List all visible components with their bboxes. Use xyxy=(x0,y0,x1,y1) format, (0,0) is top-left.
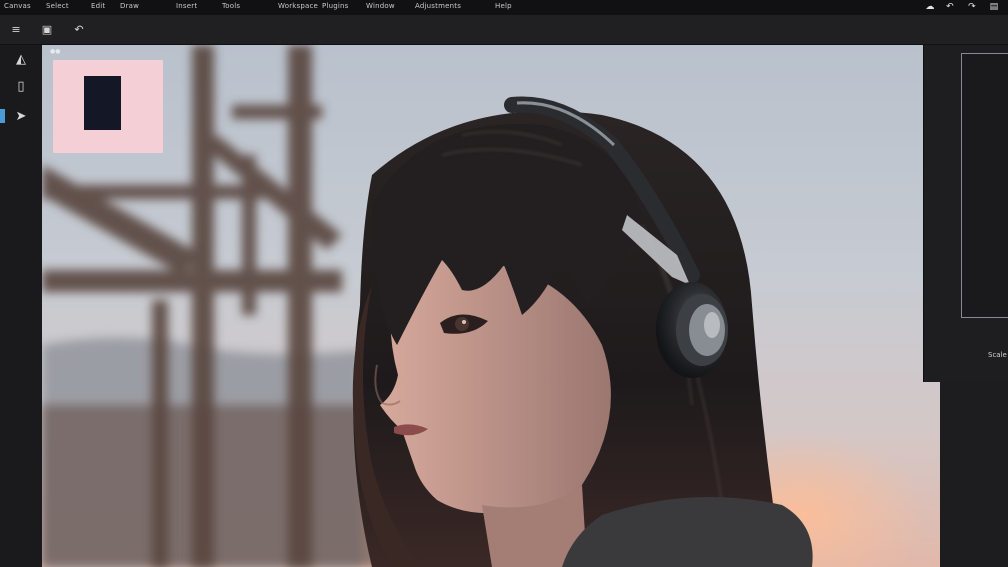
curve-icon[interactable]: ↶ xyxy=(71,22,87,38)
menubar: Canvas Select Edit Draw Insert Tools Wor… xyxy=(0,0,1008,15)
tool-rail: ◭ ▯ ➤ xyxy=(0,45,43,567)
menu-select[interactable]: Select xyxy=(46,2,69,10)
menu-window[interactable]: Window xyxy=(366,2,395,10)
menu-adjustments[interactable]: Adjustments xyxy=(415,2,461,10)
cloud-icon[interactable]: ☁ xyxy=(924,1,936,13)
layers-icon[interactable]: ▤ xyxy=(988,1,1000,13)
canvas[interactable]: ●● xyxy=(42,45,940,567)
right-panel: Scale xyxy=(923,45,1008,382)
menu-edit[interactable]: Edit xyxy=(91,2,105,10)
redo-icon[interactable]: ↷ xyxy=(966,1,978,13)
undo-icon[interactable]: ↶ xyxy=(944,1,956,13)
document-icon[interactable]: ▯ xyxy=(10,76,32,98)
brush-icon[interactable]: ◭ xyxy=(10,49,32,71)
canvas-indicator-icon: ●● xyxy=(50,48,61,55)
cursor-icon[interactable]: ➤ xyxy=(10,106,32,128)
shape-icon[interactable]: ▣ xyxy=(39,22,55,38)
color-swatch[interactable] xyxy=(53,60,163,153)
preview-frame xyxy=(961,53,1008,318)
menu-plugins[interactable]: Plugins xyxy=(322,2,348,10)
menu-insert[interactable]: Insert xyxy=(176,2,197,10)
active-tool-indicator xyxy=(0,109,5,123)
toolbar: ≡ ▣ ↶ xyxy=(0,15,1008,45)
menu-canvas[interactable]: Canvas xyxy=(4,2,31,10)
right-strip xyxy=(940,382,1008,567)
menu-icon[interactable]: ≡ xyxy=(8,22,24,38)
color-swatch-inner xyxy=(84,76,121,130)
artwork xyxy=(42,45,813,567)
menu-workspace[interactable]: Workspace xyxy=(278,2,318,10)
menu-tools[interactable]: Tools xyxy=(222,2,240,10)
menu-draw[interactable]: Draw xyxy=(120,2,139,10)
panel-label: Scale xyxy=(988,351,1007,359)
menu-help[interactable]: Help xyxy=(495,2,512,10)
